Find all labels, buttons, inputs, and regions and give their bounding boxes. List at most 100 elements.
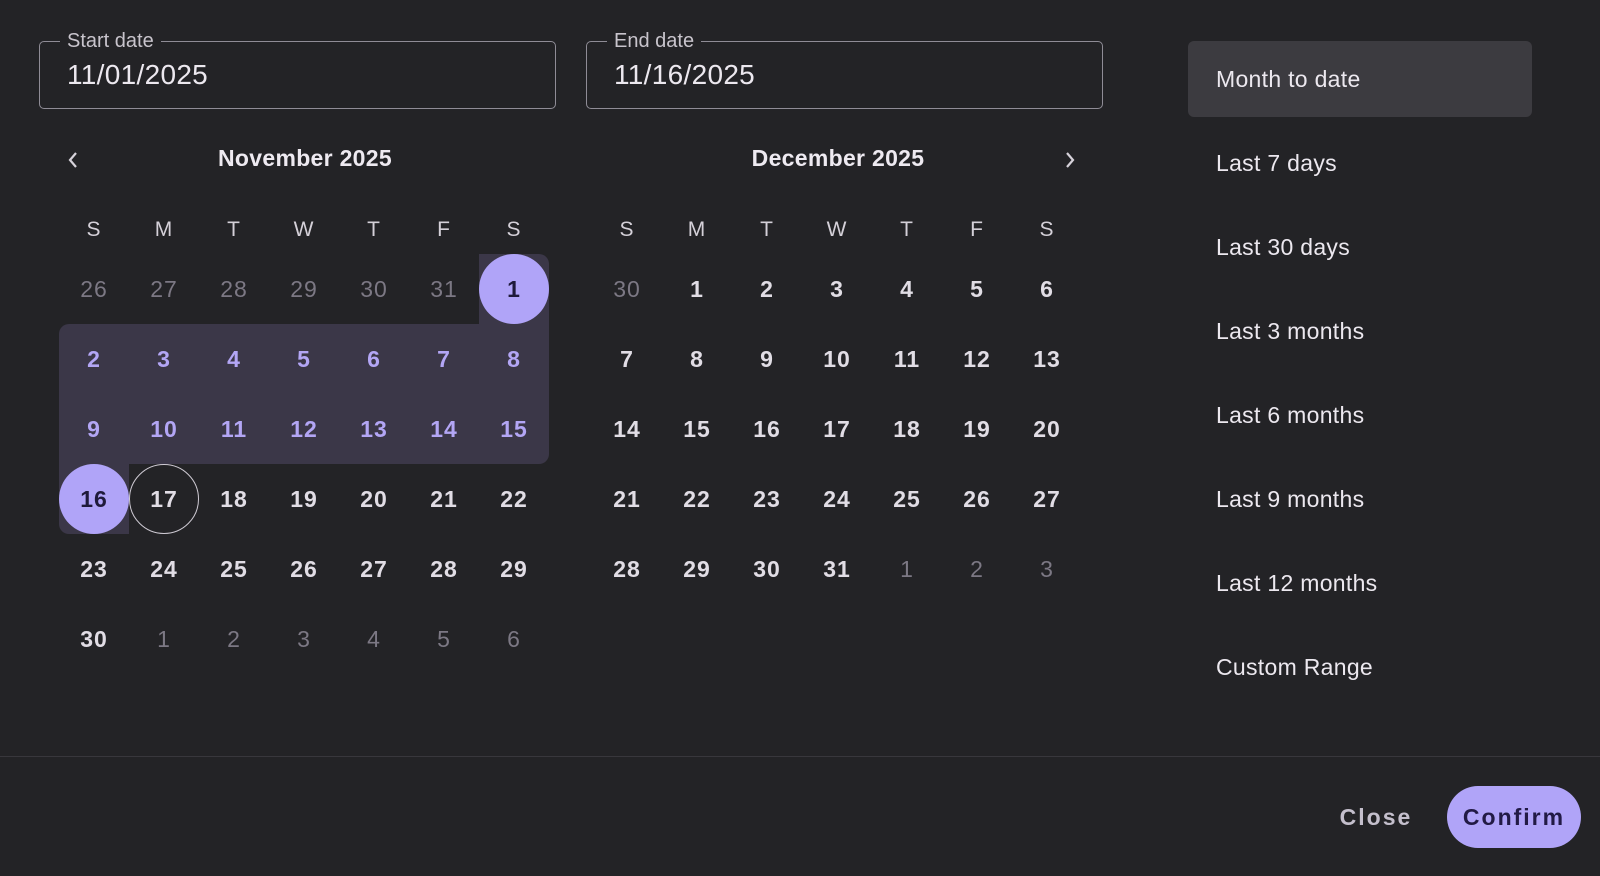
calendar-day[interactable]: 7 <box>592 324 662 394</box>
calendar-day[interactable]: 10 <box>802 324 872 394</box>
calendar-day[interactable]: 21 <box>409 464 479 534</box>
previous-month-button[interactable] <box>59 146 87 174</box>
calendar-day[interactable]: 30 <box>339 254 409 324</box>
calendar-day[interactable]: 5 <box>409 604 479 674</box>
calendar-day[interactable]: 11 <box>872 324 942 394</box>
day-number: 9 <box>760 345 774 372</box>
calendar-day[interactable]: 12 <box>942 324 1012 394</box>
calendar-day[interactable]: 15 <box>479 394 549 464</box>
calendar-day[interactable]: 31 <box>802 534 872 604</box>
calendar-day[interactable]: 15 <box>662 394 732 464</box>
calendar-day[interactable]: 1 <box>662 254 732 324</box>
calendar-day[interactable]: 17 <box>802 394 872 464</box>
calendar-day[interactable]: 3 <box>269 604 339 674</box>
calendar-day[interactable]: 27 <box>1012 464 1082 534</box>
calendar-day[interactable]: 2 <box>942 534 1012 604</box>
calendar-day[interactable]: 17 <box>129 464 199 534</box>
calendar-day[interactable]: 24 <box>129 534 199 604</box>
calendar-day[interactable]: 16 <box>732 394 802 464</box>
calendar-day[interactable]: 30 <box>59 604 129 674</box>
calendar-day[interactable]: 30 <box>732 534 802 604</box>
calendar-day[interactable]: 24 <box>802 464 872 534</box>
preset-option[interactable]: Custom Range <box>1188 629 1532 705</box>
calendar-day[interactable]: 14 <box>592 394 662 464</box>
day-number: 4 <box>900 275 914 302</box>
calendar-day[interactable]: 20 <box>339 464 409 534</box>
day-number: 26 <box>963 485 991 512</box>
calendar-day[interactable]: 1 <box>479 254 549 324</box>
calendar-day[interactable]: 27 <box>339 534 409 604</box>
calendar-day[interactable]: 4 <box>872 254 942 324</box>
calendar-day[interactable]: 13 <box>339 394 409 464</box>
calendar-day[interactable]: 1 <box>872 534 942 604</box>
calendar-day[interactable]: 2 <box>59 324 129 394</box>
calendar-day[interactable]: 19 <box>269 464 339 534</box>
calendar-day[interactable]: 28 <box>199 254 269 324</box>
calendar-day[interactable]: 3 <box>129 324 199 394</box>
calendar-day[interactable]: 12 <box>269 394 339 464</box>
calendar-day[interactable]: 29 <box>269 254 339 324</box>
calendar-day[interactable]: 25 <box>872 464 942 534</box>
calendar-day[interactable]: 11 <box>199 394 269 464</box>
preset-option[interactable]: Last 9 months <box>1188 461 1532 537</box>
calendar-day[interactable]: 1 <box>129 604 199 674</box>
day-number: 20 <box>1033 415 1061 442</box>
calendar-day[interactable]: 19 <box>942 394 1012 464</box>
preset-option[interactable]: Last 6 months <box>1188 377 1532 453</box>
calendar-day[interactable]: 29 <box>662 534 732 604</box>
calendar-day[interactable]: 6 <box>479 604 549 674</box>
calendar-day[interactable]: 4 <box>199 324 269 394</box>
calendar-day[interactable]: 9 <box>59 394 129 464</box>
week-row: 2 3 4 5 6 7 8 <box>59 324 549 394</box>
week-row: 9 10 11 12 13 14 15 <box>59 394 549 464</box>
preset-option[interactable]: Last 7 days <box>1188 125 1532 201</box>
calendar-day[interactable]: 27 <box>129 254 199 324</box>
end-date-field[interactable]: End date 11/16/2025 <box>586 30 1103 109</box>
calendar-day[interactable]: 5 <box>942 254 1012 324</box>
calendar-day[interactable]: 22 <box>662 464 732 534</box>
calendar-day[interactable]: 23 <box>732 464 802 534</box>
calendar-day[interactable]: 2 <box>199 604 269 674</box>
calendar-day[interactable]: 21 <box>592 464 662 534</box>
calendar-day[interactable]: 2 <box>732 254 802 324</box>
confirm-button[interactable]: Confirm <box>1447 786 1581 848</box>
close-button[interactable]: Close <box>1326 786 1426 848</box>
calendar-day[interactable]: 3 <box>802 254 872 324</box>
calendar-day[interactable]: 5 <box>269 324 339 394</box>
calendar-day[interactable]: 4 <box>339 604 409 674</box>
calendar-day[interactable]: 23 <box>59 534 129 604</box>
calendar-day[interactable]: 16 <box>59 464 129 534</box>
calendar-day[interactable]: 3 <box>1012 534 1082 604</box>
calendar-day[interactable]: 18 <box>199 464 269 534</box>
calendar-day[interactable]: 28 <box>592 534 662 604</box>
calendar-day[interactable]: 20 <box>1012 394 1082 464</box>
preset-option[interactable]: Month to date <box>1188 41 1532 117</box>
calendar-day[interactable]: 13 <box>1012 324 1082 394</box>
preset-option[interactable]: Last 30 days <box>1188 209 1532 285</box>
calendar-day[interactable]: 26 <box>59 254 129 324</box>
calendar-day[interactable]: 26 <box>942 464 1012 534</box>
next-month-button[interactable] <box>1056 146 1084 174</box>
preset-option[interactable]: Last 3 months <box>1188 293 1532 369</box>
start-date-value[interactable]: 11/01/2025 <box>67 59 208 91</box>
calendar-day[interactable]: 22 <box>479 464 549 534</box>
calendar-day[interactable]: 28 <box>409 534 479 604</box>
calendar-day[interactable]: 6 <box>339 324 409 394</box>
calendar-day[interactable]: 8 <box>662 324 732 394</box>
calendar-day[interactable]: 6 <box>1012 254 1082 324</box>
calendar-day[interactable]: 8 <box>479 324 549 394</box>
calendar-day[interactable]: 30 <box>592 254 662 324</box>
calendar-day[interactable]: 14 <box>409 394 479 464</box>
calendar-day[interactable]: 25 <box>199 534 269 604</box>
calendar-day[interactable]: 10 <box>129 394 199 464</box>
start-date-field[interactable]: Start date 11/01/2025 <box>39 30 556 109</box>
calendar-day[interactable]: 18 <box>872 394 942 464</box>
calendar-day[interactable]: 7 <box>409 324 479 394</box>
end-date-value[interactable]: 11/16/2025 <box>614 59 755 91</box>
day-number: 5 <box>437 625 451 652</box>
preset-option[interactable]: Last 12 months <box>1188 545 1532 621</box>
calendar-day[interactable]: 9 <box>732 324 802 394</box>
calendar-day[interactable]: 31 <box>409 254 479 324</box>
calendar-day[interactable]: 26 <box>269 534 339 604</box>
calendar-day[interactable]: 29 <box>479 534 549 604</box>
